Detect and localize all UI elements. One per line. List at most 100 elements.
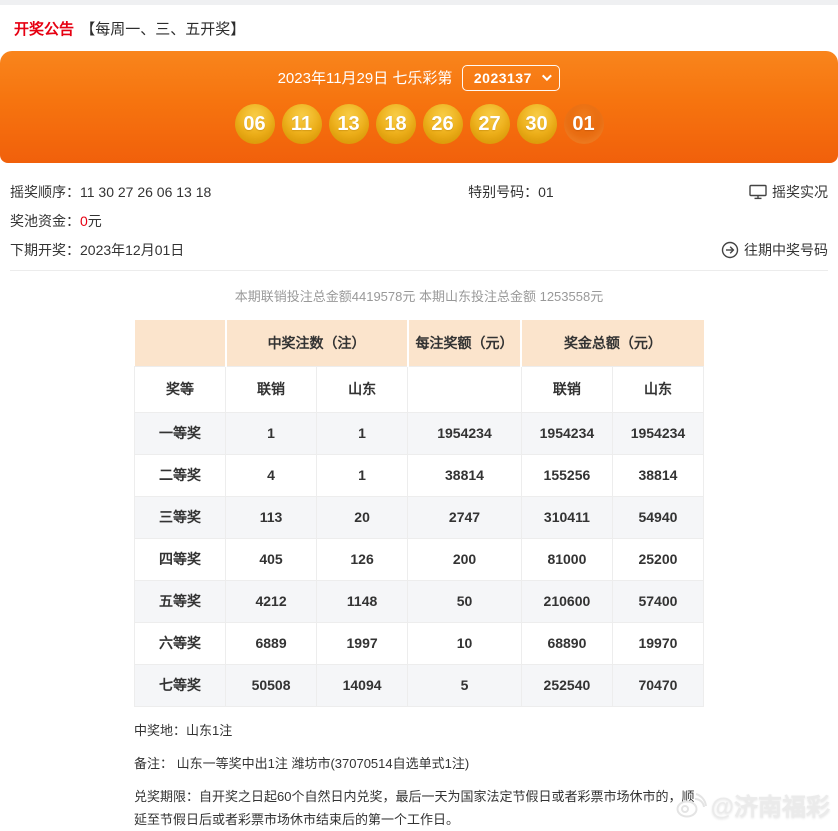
special-number-label: 特别号码： (468, 184, 538, 200)
prize-pool-value: 0 (80, 213, 88, 229)
cell-level: 七等奖 (135, 664, 226, 706)
table-row: 七等奖 50508 14094 5 252540 70470 (135, 664, 704, 706)
cell: 113 (226, 496, 317, 538)
next-draw-row: 下期开奖：2023年12月01日 往期中奖号码 (10, 235, 828, 264)
number-ball: 06 (235, 104, 275, 144)
prize-pool: 奖池资金：0元 (10, 211, 468, 231)
cell: 50508 (226, 664, 317, 706)
cell: 70470 (612, 664, 703, 706)
cell: 1954234 (408, 412, 522, 454)
cell: 6889 (226, 622, 317, 664)
remark-note: 备注： 山东一等奖中出1注 潍坊市(37070514自选单式1注) (134, 752, 704, 775)
prize-pool-row: 奖池资金：0元 (10, 206, 828, 235)
cell: 210600 (521, 580, 612, 622)
special-number-ball: 01 (564, 104, 604, 144)
winning-numbers: 06 11 13 18 26 27 30 01 (0, 104, 838, 144)
chevron-down-icon (542, 71, 552, 81)
cell-level: 四等奖 (135, 538, 226, 580)
live-draw-label: 摇奖实况 (772, 182, 828, 202)
col-header-lianxiao: 联销 (226, 366, 317, 412)
draw-banner: 2023年11月29日 七乐彩第 2023137 06 11 13 18 26 … (0, 51, 838, 163)
cell-level: 五等奖 (135, 580, 226, 622)
cell-level: 六等奖 (135, 622, 226, 664)
table-sub-header-row: 奖等 联销 山东 联销 山东 (135, 366, 704, 412)
cell: 5 (408, 664, 522, 706)
issue-select[interactable]: 2023137 (462, 65, 560, 91)
banner-issue-row: 2023年11月29日 七乐彩第 2023137 (0, 64, 838, 91)
col-header-shandong: 山东 (317, 366, 408, 412)
cell: 4 (226, 454, 317, 496)
cell: 200 (408, 538, 522, 580)
number-ball: 11 (282, 104, 322, 144)
col-header-empty (408, 366, 522, 412)
number-ball: 13 (329, 104, 369, 144)
cell-level: 三等奖 (135, 496, 226, 538)
cell: 310411 (521, 496, 612, 538)
live-draw-link[interactable]: 摇奖实况 (749, 182, 828, 202)
prize-pool-label: 奖池资金： (10, 213, 80, 229)
col-header-lianxiao: 联销 (521, 366, 612, 412)
special-number-value: 01 (538, 184, 554, 200)
cell: 1148 (317, 580, 408, 622)
sales-totals: 本期联销投注总金额4419578元 本期山东投注总金额 1253558元 (0, 286, 838, 305)
number-ball: 27 (470, 104, 510, 144)
group-header-empty (135, 320, 226, 366)
draw-order: 摇奖顺序：11 30 27 26 06 13 18 (10, 182, 468, 202)
cell: 1954234 (521, 412, 612, 454)
cell: 4212 (226, 580, 317, 622)
table-row: 三等奖 113 20 2747 310411 54940 (135, 496, 704, 538)
table-row: 四等奖 405 126 200 81000 25200 (135, 538, 704, 580)
watermark-handle: @济南福彩 (711, 787, 830, 822)
draw-order-label: 摇奖顺序： (10, 184, 80, 200)
cell: 57400 (612, 580, 703, 622)
cell: 126 (317, 538, 408, 580)
notes-section: 中奖地：山东1注 备注： 山东一等奖中出1注 潍坊市(37070514自选单式1… (134, 719, 704, 831)
group-header-counts: 中奖注数（注） (226, 320, 408, 366)
cell: 1997 (317, 622, 408, 664)
draw-info-section: 摇奖顺序：11 30 27 26 06 13 18 特别号码：01 摇奖实况 奖… (0, 163, 838, 271)
group-header-total: 奖金总额（元） (521, 320, 703, 366)
draw-date-label: 2023年11月29日 七乐彩第 (278, 67, 453, 88)
issue-number: 2023137 (474, 70, 532, 86)
monitor-icon (749, 184, 767, 200)
history-numbers-label: 往期中奖号码 (744, 240, 828, 260)
page-title: 开奖公告 (14, 21, 74, 38)
cell: 1 (317, 454, 408, 496)
draw-order-row: 摇奖顺序：11 30 27 26 06 13 18 特别号码：01 摇奖实况 (10, 177, 828, 206)
table-row: 五等奖 4212 1148 50 210600 57400 (135, 580, 704, 622)
cell: 405 (226, 538, 317, 580)
cell: 252540 (521, 664, 612, 706)
next-draw-label: 下期开奖： (10, 242, 80, 258)
cell: 155256 (521, 454, 612, 496)
table-row: 一等奖 1 1 1954234 1954234 1954234 (135, 412, 704, 454)
deadline-note: 兑奖期限：自开奖之日起60个自然日内兑奖，最后一天为国家法定节假日或者彩票市场休… (134, 785, 704, 831)
special-number-text: 特别号码：01 (468, 182, 749, 202)
cell: 50 (408, 580, 522, 622)
number-ball: 30 (517, 104, 557, 144)
cell: 54940 (612, 496, 703, 538)
cell: 1 (226, 412, 317, 454)
draw-order-value: 11 30 27 26 06 13 18 (80, 184, 211, 200)
cell: 38814 (408, 454, 522, 496)
next-draw: 下期开奖：2023年12月01日 (10, 240, 468, 260)
cell: 68890 (521, 622, 612, 664)
arrow-circle-icon (721, 241, 739, 259)
cell: 1 (317, 412, 408, 454)
page-header: 开奖公告 【每周一、三、五开奖】 (0, 5, 838, 51)
section-divider (10, 270, 828, 271)
cell: 25200 (612, 538, 703, 580)
cell: 14094 (317, 664, 408, 706)
cell-level: 二等奖 (135, 454, 226, 496)
next-draw-value: 2023年12月01日 (80, 242, 184, 258)
table-group-header-row: 中奖注数（注） 每注奖额（元） 奖金总额（元） (135, 320, 704, 366)
cell-level: 一等奖 (135, 412, 226, 454)
cell: 38814 (612, 454, 703, 496)
table-row: 六等奖 6889 1997 10 68890 19970 (135, 622, 704, 664)
cell: 1954234 (612, 412, 703, 454)
cell: 10 (408, 622, 522, 664)
number-ball: 18 (376, 104, 416, 144)
table-row: 二等奖 4 1 38814 155256 38814 (135, 454, 704, 496)
history-numbers-link[interactable]: 往期中奖号码 (721, 240, 828, 260)
draw-schedule: 【每周一、三、五开奖】 (80, 21, 245, 38)
cell: 19970 (612, 622, 703, 664)
